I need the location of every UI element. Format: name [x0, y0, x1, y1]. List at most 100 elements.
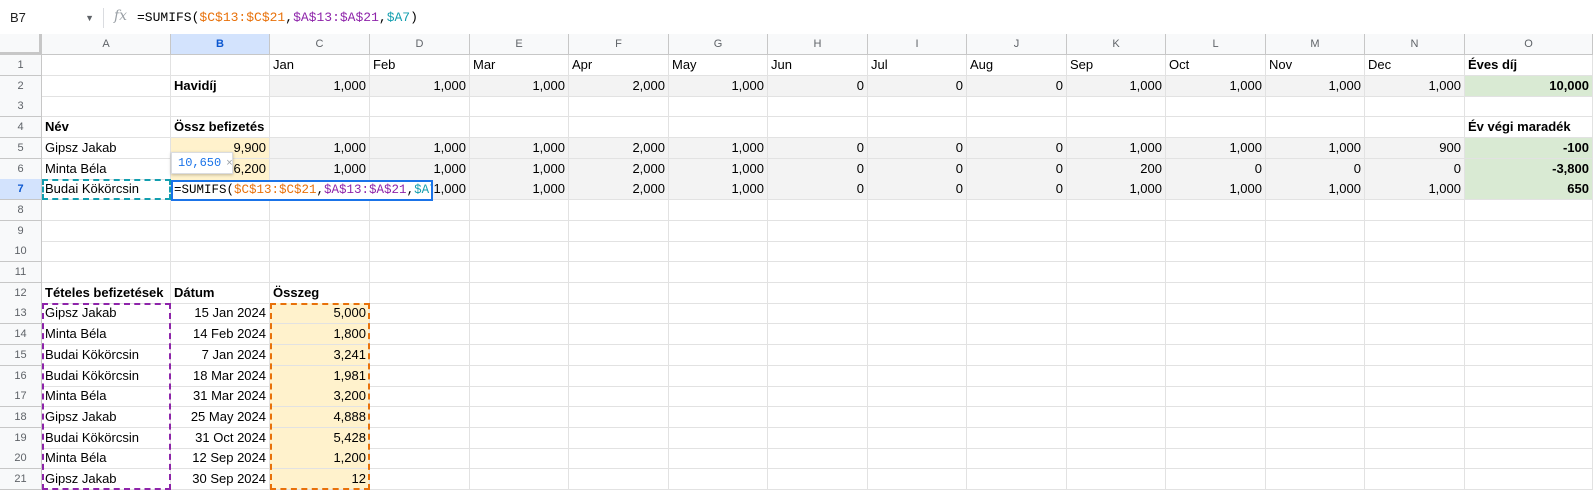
- cell-b10[interactable]: [171, 241, 270, 263]
- cell-n10[interactable]: [1365, 241, 1465, 263]
- cell-c2[interactable]: 1,000: [270, 75, 370, 97]
- cell-o12[interactable]: [1465, 282, 1593, 304]
- cell-o10[interactable]: [1465, 241, 1593, 263]
- cell-o20[interactable]: [1465, 448, 1593, 470]
- cell-g6[interactable]: 1,000: [669, 158, 768, 180]
- cell-d15[interactable]: [370, 344, 470, 366]
- cell-g17[interactable]: [669, 386, 768, 408]
- cell-f14[interactable]: [569, 324, 669, 346]
- cell-j7[interactable]: 0: [967, 179, 1067, 201]
- cell-e4[interactable]: [470, 117, 569, 139]
- close-icon[interactable]: ×: [226, 157, 232, 169]
- cell-f8[interactable]: [569, 199, 669, 221]
- cell-d14[interactable]: [370, 324, 470, 346]
- cell-o6[interactable]: -3,800: [1465, 158, 1593, 180]
- cell-c14[interactable]: 1,800: [270, 324, 370, 346]
- cell-b4[interactable]: Össz befizetés: [171, 117, 270, 139]
- cell-o18[interactable]: [1465, 406, 1593, 428]
- cell-l4[interactable]: [1166, 117, 1266, 139]
- cell-j16[interactable]: [967, 365, 1067, 387]
- cell-m9[interactable]: [1266, 220, 1365, 242]
- cell-k19[interactable]: [1067, 427, 1166, 449]
- cell-m7[interactable]: 1,000: [1266, 179, 1365, 201]
- cell-c1[interactable]: Jan: [270, 55, 370, 76]
- cell-l21[interactable]: [1166, 469, 1266, 490]
- cell-o7[interactable]: 650: [1465, 179, 1593, 201]
- cell-b19[interactable]: 31 Oct 2024: [171, 427, 270, 449]
- cell-n8[interactable]: [1365, 199, 1465, 221]
- cell-a7[interactable]: Budai Kökörcsin: [42, 179, 171, 201]
- cell-m10[interactable]: [1266, 241, 1365, 263]
- cell-e3[interactable]: [470, 96, 569, 118]
- cell-a14[interactable]: Minta Béla: [42, 324, 171, 346]
- cell-h11[interactable]: [768, 262, 868, 283]
- cell-n14[interactable]: [1365, 324, 1465, 346]
- cell-j13[interactable]: [967, 303, 1067, 325]
- cell-g16[interactable]: [669, 365, 768, 387]
- cell-i17[interactable]: [868, 386, 967, 408]
- cell-a1[interactable]: [42, 55, 171, 76]
- cell-l15[interactable]: [1166, 344, 1266, 366]
- cell-j11[interactable]: [967, 262, 1067, 283]
- row-header-3[interactable]: 3: [0, 96, 42, 118]
- cell-h16[interactable]: [768, 365, 868, 387]
- row-header-9[interactable]: 9: [0, 220, 42, 242]
- cell-i4[interactable]: [868, 117, 967, 139]
- cell-b17[interactable]: 31 Mar 2024: [171, 386, 270, 408]
- cell-i6[interactable]: 0: [868, 158, 967, 180]
- cell-m8[interactable]: [1266, 199, 1365, 221]
- row-header-5[interactable]: 5: [0, 137, 42, 159]
- cell-a12[interactable]: Tételes befizetések: [42, 282, 171, 304]
- cell-h5[interactable]: 0: [768, 137, 868, 159]
- cell-a15[interactable]: Budai Kökörcsin: [42, 344, 171, 366]
- cell-c4[interactable]: [270, 117, 370, 139]
- cell-g2[interactable]: 1,000: [669, 75, 768, 97]
- cell-d13[interactable]: [370, 303, 470, 325]
- row-header-7[interactable]: 7: [0, 179, 42, 201]
- cell-d16[interactable]: [370, 365, 470, 387]
- cell-k21[interactable]: [1067, 469, 1166, 490]
- cell-k4[interactable]: [1067, 117, 1166, 139]
- cell-m20[interactable]: [1266, 448, 1365, 470]
- cell-o14[interactable]: [1465, 324, 1593, 346]
- cell-a18[interactable]: Gipsz Jakab: [42, 406, 171, 428]
- cell-c9[interactable]: [270, 220, 370, 242]
- cell-h1[interactable]: Jun: [768, 55, 868, 76]
- cell-l1[interactable]: Oct: [1166, 55, 1266, 76]
- cell-e20[interactable]: [470, 448, 569, 470]
- cell-i9[interactable]: [868, 220, 967, 242]
- cell-a5[interactable]: Gipsz Jakab: [42, 137, 171, 159]
- cell-n6[interactable]: 0: [1365, 158, 1465, 180]
- cell-e7[interactable]: 1,000: [470, 179, 569, 201]
- cell-o21[interactable]: [1465, 469, 1593, 490]
- cell-h20[interactable]: [768, 448, 868, 470]
- cell-h21[interactable]: [768, 469, 868, 490]
- select-all-corner[interactable]: [0, 34, 42, 55]
- cell-o3[interactable]: [1465, 96, 1593, 118]
- cell-a4[interactable]: Név: [42, 117, 171, 139]
- cell-f19[interactable]: [569, 427, 669, 449]
- cell-h18[interactable]: [768, 406, 868, 428]
- cell-n2[interactable]: 1,000: [1365, 75, 1465, 97]
- cell-g7[interactable]: 1,000: [669, 179, 768, 201]
- cell-m4[interactable]: [1266, 117, 1365, 139]
- cell-g1[interactable]: May: [669, 55, 768, 76]
- cell-f4[interactable]: [569, 117, 669, 139]
- cell-l3[interactable]: [1166, 96, 1266, 118]
- cell-a17[interactable]: Minta Béla: [42, 386, 171, 408]
- cell-l19[interactable]: [1166, 427, 1266, 449]
- cell-j19[interactable]: [967, 427, 1067, 449]
- cell-m1[interactable]: Nov: [1266, 55, 1365, 76]
- cell-l16[interactable]: [1166, 365, 1266, 387]
- cell-h9[interactable]: [768, 220, 868, 242]
- cell-l7[interactable]: 1,000: [1166, 179, 1266, 201]
- cell-i8[interactable]: [868, 199, 967, 221]
- cell-n13[interactable]: [1365, 303, 1465, 325]
- cell-d5[interactable]: 1,000: [370, 137, 470, 159]
- cell-c5[interactable]: 1,000: [270, 137, 370, 159]
- cell-e2[interactable]: 1,000: [470, 75, 569, 97]
- cell-b9[interactable]: [171, 220, 270, 242]
- cell-d6[interactable]: 1,000: [370, 158, 470, 180]
- cell-h14[interactable]: [768, 324, 868, 346]
- cell-o4[interactable]: Év végi maradék: [1465, 117, 1593, 139]
